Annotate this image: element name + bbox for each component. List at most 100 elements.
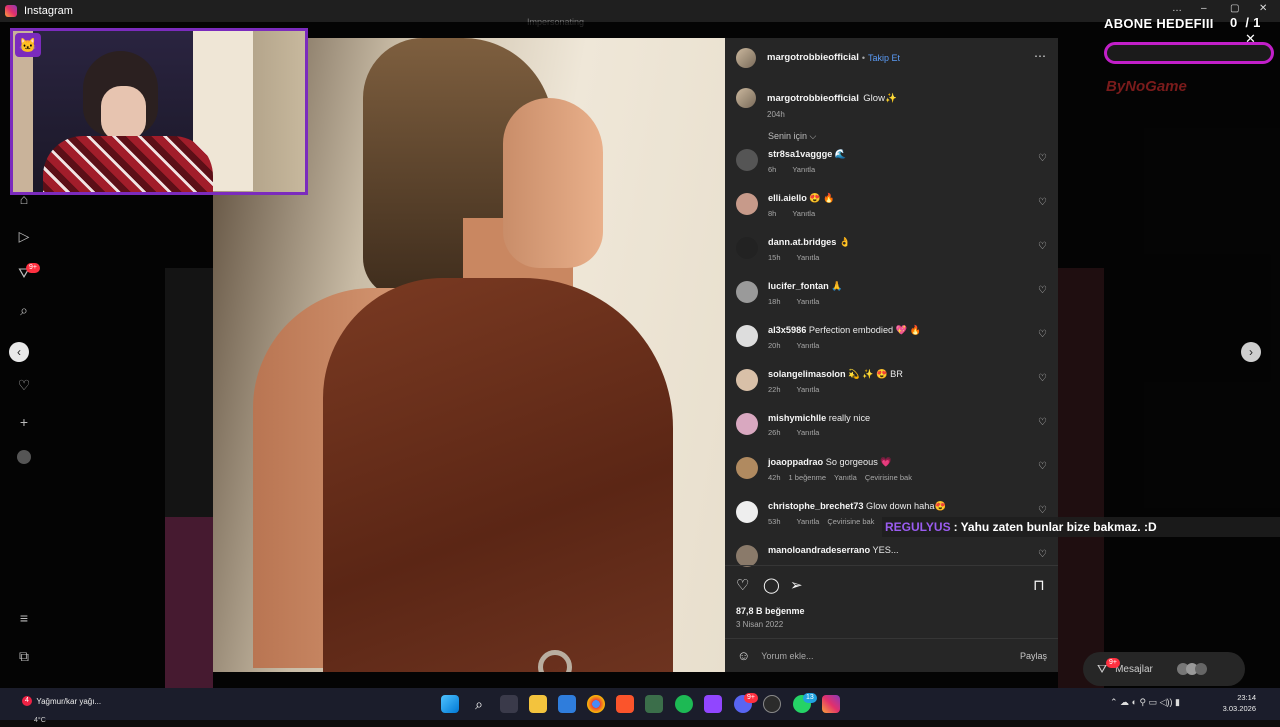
author-avatar[interactable] xyxy=(736,47,756,68)
meta-apps-icon[interactable]: ⧉ xyxy=(15,647,33,665)
commenter-username[interactable]: elli.aiello xyxy=(768,193,807,203)
reply-link[interactable]: Yanıtla xyxy=(797,341,820,350)
reply-link[interactable]: Yanıtla xyxy=(834,473,857,482)
window-minimize-icon[interactable]: – xyxy=(1201,3,1207,14)
reply-link[interactable]: Yanıtla xyxy=(797,517,820,526)
task-view-icon[interactable] xyxy=(500,695,518,713)
commenter-username[interactable]: str8sa1vaggge xyxy=(768,149,832,159)
reply-link[interactable]: Yanıtla xyxy=(797,428,820,437)
search-icon[interactable]: ⌕ xyxy=(15,301,33,319)
chat-text: Yahu zaten bunlar bize bakmaz. :D xyxy=(960,520,1157,534)
window-maximize-icon[interactable]: ▢ xyxy=(1230,3,1239,14)
comment-text: 🌊 xyxy=(834,149,847,159)
comment-body: elli.aiello 😍 🔥 8h Yanıtla xyxy=(768,193,835,237)
post-comment-button[interactable]: Paylaş xyxy=(1020,651,1047,661)
comment-like-icon[interactable]: ♡ xyxy=(1038,549,1047,560)
search-taskbar-icon[interactable]: ⌕ xyxy=(470,695,488,713)
profile-avatar[interactable] xyxy=(17,450,31,464)
reels-icon[interactable]: ▷ xyxy=(15,227,33,245)
system-clock[interactable]: 23:14 3.03.2026 xyxy=(1223,692,1256,714)
commenter-avatar[interactable] xyxy=(736,193,758,215)
commenter-avatar[interactable] xyxy=(736,457,758,479)
commenter-avatar[interactable] xyxy=(736,545,758,567)
reply-link[interactable]: Yanıtla xyxy=(792,165,815,174)
next-post-button[interactable]: › xyxy=(1241,342,1261,362)
comment-like-icon[interactable]: ♡ xyxy=(1038,329,1047,340)
commenter-username[interactable]: joaoppadrao xyxy=(768,457,823,467)
commenter-avatar[interactable] xyxy=(736,237,758,259)
comment-like-icon[interactable]: ♡ xyxy=(1038,285,1047,296)
app-icon[interactable] xyxy=(645,695,663,713)
window-close-icon[interactable]: ✕ xyxy=(1259,3,1267,14)
comment-like-icon[interactable]: ♡ xyxy=(1038,197,1047,208)
commenter-avatar[interactable] xyxy=(736,325,758,347)
chat-separator: : xyxy=(953,520,958,534)
create-icon[interactable]: + xyxy=(15,413,33,431)
comment-time: 6h xyxy=(768,165,777,174)
commenter-avatar[interactable] xyxy=(736,149,758,171)
emoji-icon[interactable]: ☺ xyxy=(737,648,750,663)
instagram-taskbar-icon[interactable] xyxy=(822,695,840,713)
tray-icons[interactable]: ⌃ ☁ ◐ ⚲ ▭ ◁)) ▮ xyxy=(1110,697,1180,708)
previous-post-button[interactable]: ‹ xyxy=(9,342,29,362)
spotify-icon[interactable] xyxy=(675,695,693,713)
comment-like-icon[interactable]: ♡ xyxy=(1038,373,1047,384)
file-explorer-icon[interactable] xyxy=(529,695,547,713)
post-detail-panel: margotrobbieofficial • Takip Et ⋯ margot… xyxy=(725,38,1058,672)
steam-icon[interactable] xyxy=(763,695,781,713)
more-options-icon[interactable]: ⋯ xyxy=(1034,49,1046,63)
comment-icon[interactable]: ◯ xyxy=(763,576,780,594)
commenter-avatar[interactable] xyxy=(736,501,758,523)
comment-like-icon[interactable]: ♡ xyxy=(1038,417,1047,428)
commenter-username[interactable]: al3x5986 xyxy=(768,325,806,335)
comment-input[interactable]: Yorum ekle... xyxy=(761,651,813,661)
bookmark-icon[interactable]: ⊓ xyxy=(1033,576,1045,594)
follow-button[interactable]: Takip Et xyxy=(868,53,900,63)
webcam-person-face xyxy=(101,86,146,141)
outlook-icon[interactable] xyxy=(558,695,576,713)
messages-pill[interactable]: ⛛ 9+ Mesajlar xyxy=(1083,652,1245,686)
commenter-username[interactable]: mishymichlle xyxy=(768,413,826,423)
comment-like-icon[interactable]: ♡ xyxy=(1038,153,1047,164)
add-comment-bar: ☺ Yorum ekle... Paylaş xyxy=(725,638,1058,672)
window-more-icon[interactable]: … xyxy=(1172,3,1182,14)
obs-icon[interactable] xyxy=(704,695,722,713)
menu-icon[interactable]: ≡ xyxy=(15,609,33,627)
translate-link[interactable]: Çevirisine bak xyxy=(865,473,912,482)
weather-widget[interactable]: 4 Yağmur/kar yağı... 4°C xyxy=(22,691,101,727)
comment-sort-dropdown[interactable]: Senin için ⌵ xyxy=(768,131,816,142)
start-icon[interactable] xyxy=(441,695,459,713)
reply-link[interactable]: Yanıtla xyxy=(792,209,815,218)
commenter-avatar[interactable] xyxy=(736,413,758,435)
comment-like-icon[interactable]: ♡ xyxy=(1038,461,1047,472)
like-heart-icon[interactable]: ♡ xyxy=(736,576,749,594)
reply-link[interactable]: Yanıtla xyxy=(797,385,820,394)
reply-link[interactable]: Yanıtla xyxy=(797,253,820,262)
commenter-username[interactable]: christophe_brechet73 xyxy=(768,501,863,511)
comment-body: lucifer_fontan 🙏 18h Yanıtla xyxy=(768,281,843,325)
commenter-username[interactable]: solangelimasolon xyxy=(768,369,846,379)
commenter-avatar[interactable] xyxy=(736,281,758,303)
commenter-avatar[interactable] xyxy=(736,369,758,391)
chrome-icon[interactable] xyxy=(587,695,605,713)
share-icon[interactable]: ➢ xyxy=(790,576,803,594)
caption-username[interactable]: margotrobbieofficial xyxy=(767,93,859,104)
comment-like-icon[interactable]: ♡ xyxy=(1038,505,1047,516)
caption-avatar[interactable] xyxy=(736,88,756,108)
clock-date: 3.03.2026 xyxy=(1222,704,1256,713)
author-username[interactable]: margotrobbieofficial xyxy=(767,52,859,63)
like-count[interactable]: 87,8 B beğenme xyxy=(736,606,805,616)
brave-icon[interactable] xyxy=(616,695,634,713)
commenter-username[interactable]: lucifer_fontan xyxy=(768,281,829,291)
heart-icon[interactable]: ♡ xyxy=(15,376,33,394)
commenter-username[interactable]: manoloandradeserrano xyxy=(768,545,870,555)
reply-link[interactable]: Yanıtla xyxy=(797,297,820,306)
cat-logo-icon: 🐱 xyxy=(15,33,41,57)
weather-condition: Yağmur/kar yağı... xyxy=(36,697,102,706)
translate-link[interactable]: Çevirisine bak xyxy=(827,517,874,526)
comment-like-count[interactable]: 1 beğenme xyxy=(789,473,827,482)
post-caption: margotrobbieofficial Glow✨ 204h xyxy=(736,88,897,119)
comment-like-icon[interactable]: ♡ xyxy=(1038,241,1047,252)
weather-badge: 4 xyxy=(22,696,32,706)
commenter-username[interactable]: dann.at.bridges xyxy=(768,237,836,247)
